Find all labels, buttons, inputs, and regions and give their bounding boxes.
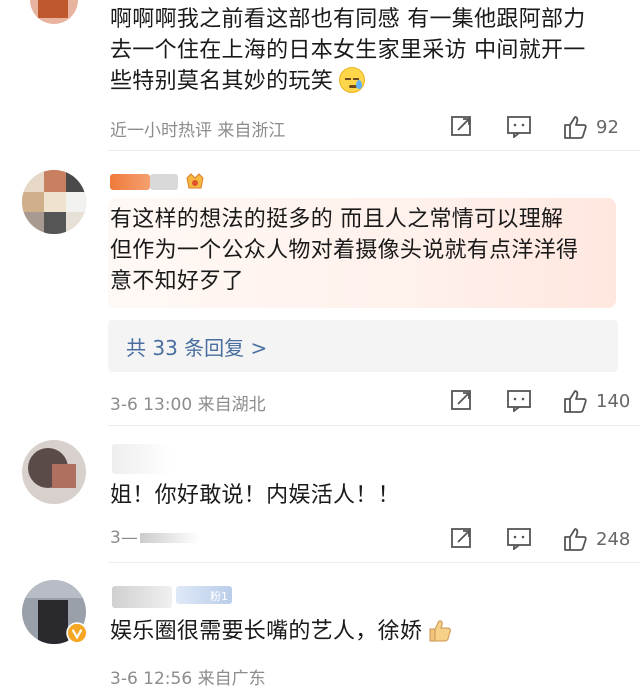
comment-meta: 近一小时热评 来自浙江 (110, 121, 286, 141)
username-blur (150, 174, 178, 190)
like-count: 92 (596, 117, 619, 138)
comment-text: 啊啊啊我之前看这部也有同感 有一集他跟阿部力 去一个住在上海的日本女生家里采访 … (110, 7, 586, 94)
avatar[interactable] (30, 0, 78, 24)
like-icon[interactable] (562, 388, 588, 414)
username[interactable] (110, 174, 150, 190)
vip-badge-icon (186, 173, 204, 189)
repost-icon[interactable] (450, 388, 474, 412)
divider (108, 562, 640, 563)
comment-actions: 140 (450, 388, 640, 418)
like-count: 140 (596, 391, 631, 412)
username-blur (112, 586, 172, 608)
username-blur (112, 444, 172, 474)
avatar[interactable] (22, 170, 86, 234)
comment-meta: 3-6 12:56 来自广东 (110, 669, 266, 689)
sweat-smile-emoji (339, 67, 366, 93)
comment-icon[interactable] (506, 388, 532, 412)
thumbs-up-emoji (429, 620, 452, 642)
comment-meta: 3-6 13:00 来自湖北 (110, 395, 266, 415)
like-icon[interactable] (562, 526, 588, 552)
repost-icon[interactable] (450, 526, 474, 550)
divider (108, 150, 640, 151)
reply-box[interactable]: 共 33 条回复 > (108, 320, 618, 372)
view-replies-link[interactable]: 共 33 条回复 > (126, 332, 267, 361)
comment-actions: 248 (450, 526, 640, 556)
comment-text: 姐！你好敢说！内娱活人！！ (110, 483, 400, 508)
comment-text: 有这样的想法的挺多的 而且人之常情可以理解 但作为一个公众人物对着摄像头说就有点… (110, 207, 579, 294)
comment-meta: 3— (110, 528, 200, 548)
comment-text: 娱乐圈很需要长嘴的艺人，徐娇 (110, 616, 452, 647)
like-count: 248 (596, 529, 631, 550)
comment-icon[interactable] (506, 114, 532, 138)
divider (108, 425, 640, 426)
repost-icon[interactable] (450, 114, 474, 138)
comment-icon[interactable] (506, 526, 532, 550)
meta-blur (139, 533, 200, 543)
verified-badge-icon (66, 622, 88, 644)
like-icon[interactable] (562, 114, 588, 140)
avatar[interactable] (22, 440, 86, 504)
fan-badge: 粉1 (176, 586, 232, 604)
comment-actions: 92 (450, 114, 640, 144)
